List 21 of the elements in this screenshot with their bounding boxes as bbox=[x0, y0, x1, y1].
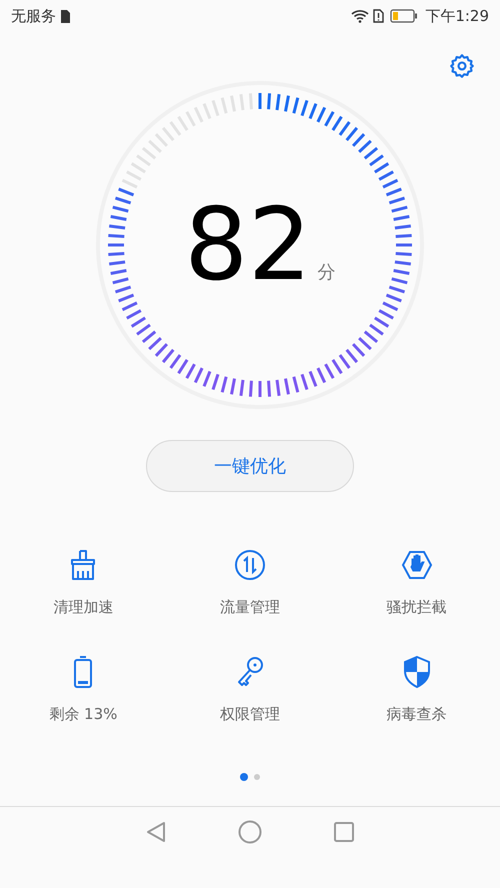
score-value: 82 bbox=[184, 195, 312, 295]
optimize-button[interactable]: 一键优化 bbox=[146, 440, 354, 492]
sim-alert-icon bbox=[373, 9, 384, 23]
score-unit: 分 bbox=[318, 261, 336, 285]
tool-tile[interactable]: 清理加速 bbox=[0, 548, 167, 618]
recents-icon[interactable] bbox=[334, 822, 354, 842]
tool-tile[interactable]: 骚扰拦截 bbox=[333, 548, 500, 618]
tool-tile[interactable]: 权限管理 bbox=[166, 654, 334, 725]
back-icon[interactable] bbox=[146, 820, 166, 842]
arrows-circle-icon bbox=[234, 548, 266, 582]
tool-tile[interactable]: 流量管理 bbox=[166, 548, 334, 618]
settings-icon[interactable] bbox=[448, 52, 476, 80]
tool-tile[interactable]: 剩余 13% bbox=[0, 654, 167, 725]
battery-low-icon bbox=[390, 9, 418, 23]
wifi-icon bbox=[351, 9, 370, 23]
carrier-text: 无服务 bbox=[11, 6, 56, 27]
home-icon[interactable] bbox=[238, 820, 262, 844]
clock-text: 下午1:29 bbox=[425, 6, 489, 27]
sim-card-icon bbox=[61, 10, 70, 22]
tool-tile[interactable]: 病毒查杀 bbox=[333, 654, 500, 725]
hand-hexagon-icon bbox=[400, 548, 433, 582]
